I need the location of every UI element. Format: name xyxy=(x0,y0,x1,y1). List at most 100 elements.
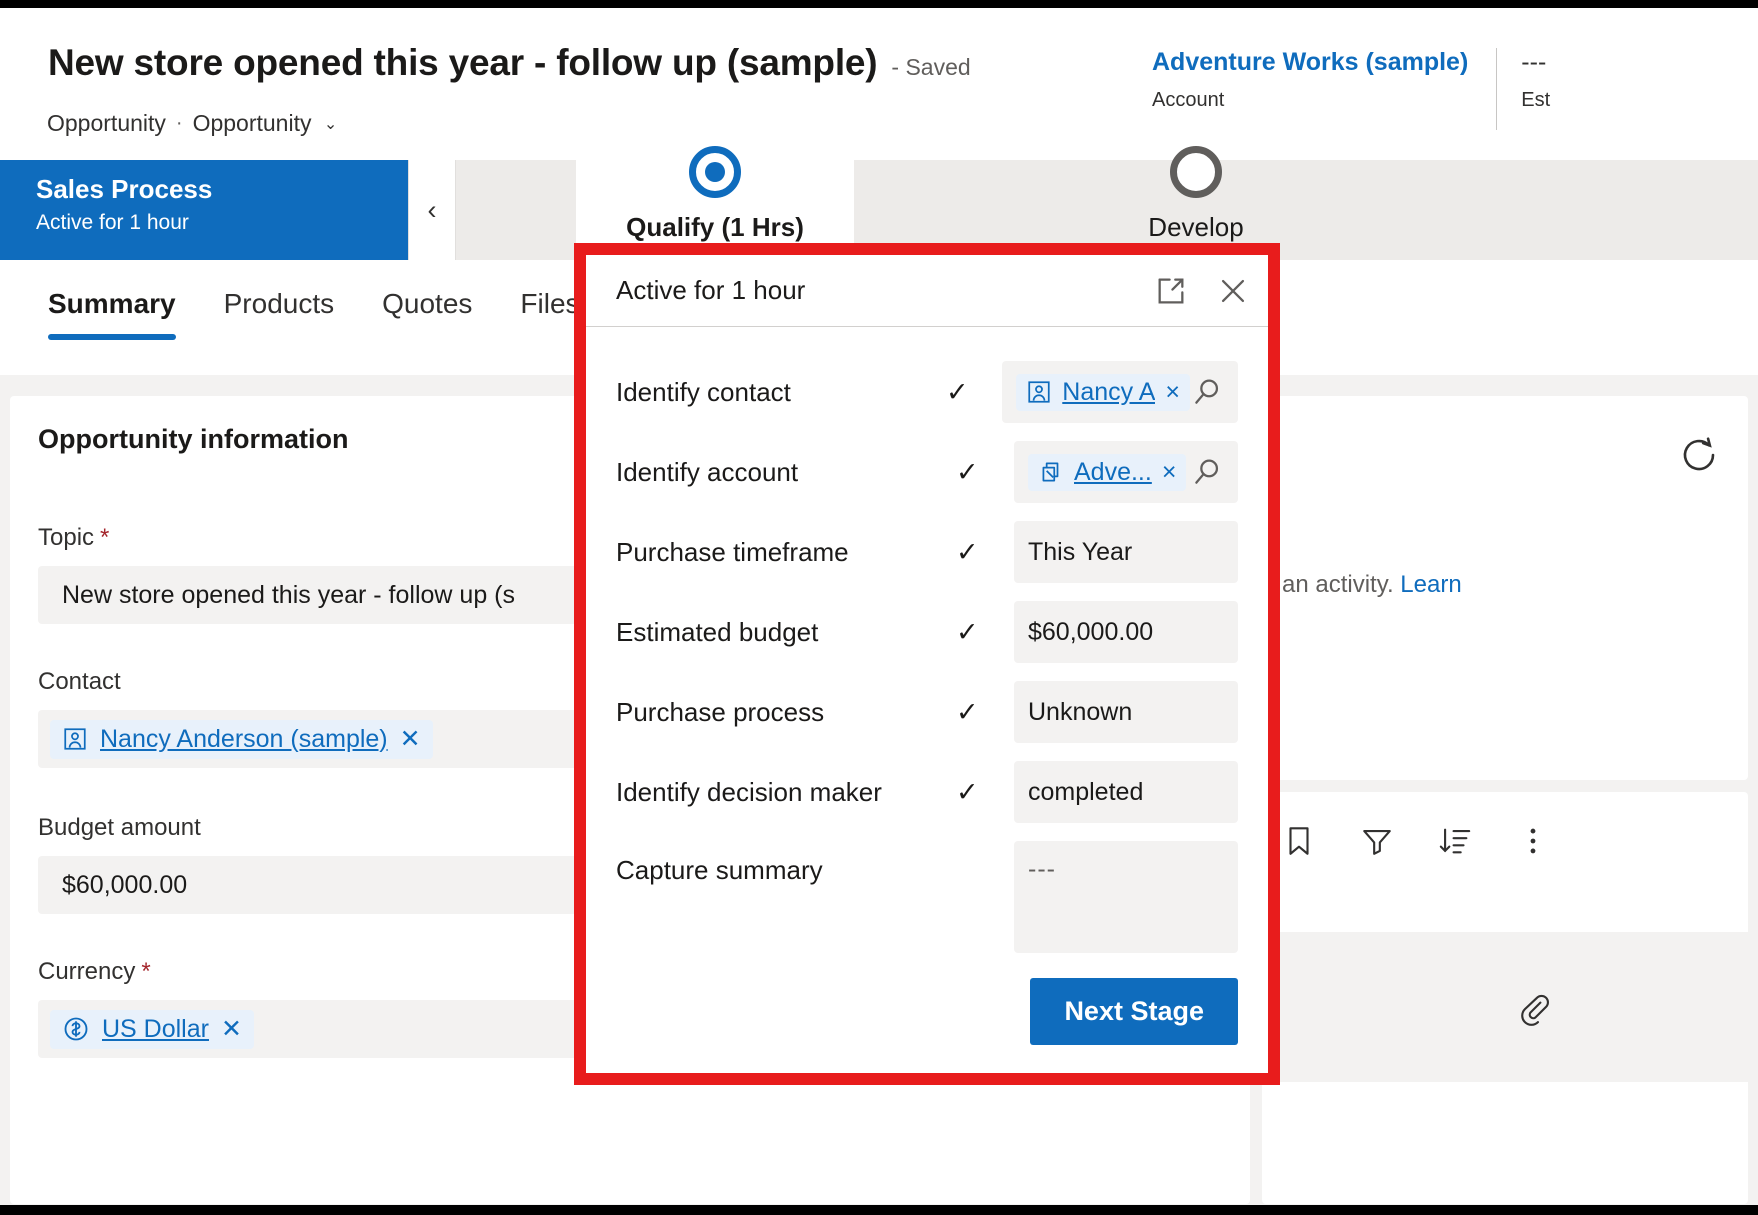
field-label-contact-text: Contact xyxy=(38,668,121,695)
stage-label-qualify: Qualify (1 Hrs) xyxy=(626,212,804,242)
process-header[interactable]: Sales Process Active for 1 hour xyxy=(0,160,408,260)
step-row-identify-account: Identify account ✓ Adve... × xyxy=(616,441,1238,503)
more-vertical-icon[interactable] xyxy=(1516,824,1550,863)
page-title: New store opened this year - follow up (… xyxy=(48,42,878,83)
section-title: Opportunity information xyxy=(38,424,349,454)
close-icon[interactable] xyxy=(1216,274,1250,308)
stage-inactive-circle-icon xyxy=(1170,146,1222,198)
step-field-identify-decision-maker[interactable]: completed xyxy=(1014,761,1238,823)
tab-products[interactable]: Products xyxy=(224,288,335,340)
step-check-purchase-process: ✓ xyxy=(956,696,979,727)
header-field-estimated: --- Est xyxy=(1521,48,1550,112)
chevron-left-icon[interactable]: ‹ xyxy=(408,160,456,260)
dialog-title: Active for 1 hour xyxy=(616,275,806,305)
step-row-identify-contact: Identify contact ✓ Nancy A × xyxy=(616,361,1238,423)
stage-flyout-dialog: Active for 1 hour Identify contact ✓ Nan… xyxy=(574,243,1280,1085)
record-header: New store opened this year - follow up (… xyxy=(0,8,1758,160)
timeline-empty-fragment: g an activity. xyxy=(1262,571,1394,598)
identify-contact-link[interactable]: Nancy A xyxy=(1062,378,1155,407)
field-label-budget-text: Budget amount xyxy=(38,814,201,841)
step-field-purchase-timeframe[interactable]: This Year xyxy=(1014,521,1238,583)
currency-link[interactable]: US Dollar xyxy=(102,1015,209,1044)
step-label-capture-summary: Capture summary xyxy=(616,855,823,885)
step-field-capture-summary[interactable]: --- xyxy=(1014,841,1238,953)
timeline-learn-link[interactable]: Learn xyxy=(1400,571,1461,598)
note-input-area[interactable] xyxy=(1262,932,1748,1082)
refresh-icon[interactable] xyxy=(1678,434,1720,481)
sort-icon[interactable] xyxy=(1438,824,1472,863)
step-check-estimated-budget: ✓ xyxy=(956,616,979,647)
filter-icon[interactable] xyxy=(1360,824,1394,863)
record-title-row: New store opened this year - follow up (… xyxy=(48,42,971,84)
step-check-identify-contact: ✓ xyxy=(945,376,969,407)
contact-link[interactable]: Nancy Anderson (sample) xyxy=(100,725,388,754)
account-link[interactable]: Adventure Works (sample) xyxy=(1152,48,1468,77)
tab-quotes[interactable]: Quotes xyxy=(382,288,472,340)
header-summary-fields: Adventure Works (sample) Account --- Est xyxy=(1152,48,1550,130)
account-icon xyxy=(1038,459,1064,485)
contact-icon xyxy=(1026,379,1052,405)
step-label-purchase-timeframe: Purchase timeframe xyxy=(616,536,849,567)
crm-opportunity-form: New store opened this year - follow up (… xyxy=(0,0,1758,1215)
field-label-currency-text: Currency xyxy=(38,958,136,985)
clear-identify-contact-icon[interactable]: × xyxy=(1165,379,1180,405)
search-icon[interactable] xyxy=(1190,375,1224,409)
step-field-purchase-process[interactable]: Unknown xyxy=(1014,681,1238,743)
step-row-estimated-budget: Estimated budget ✓ $60,000.00 xyxy=(616,601,1238,663)
breadcrumb-form-selector[interactable]: Opportunity ⌄ xyxy=(193,110,338,137)
process-name: Sales Process xyxy=(36,174,213,204)
timeline-empty-text: g an activity. Learn xyxy=(1262,571,1748,599)
timeline-card: g an activity. Learn xyxy=(1262,396,1748,780)
step-label-identify-contact: Identify contact xyxy=(616,376,791,407)
step-check-identify-account: ✓ xyxy=(956,456,979,487)
next-stage-button[interactable]: Next Stage xyxy=(1030,978,1238,1045)
step-check-identify-decision-maker: ✓ xyxy=(956,776,979,807)
contact-pill[interactable]: Nancy Anderson (sample) ✕ xyxy=(50,719,433,759)
tab-files[interactable]: Files xyxy=(520,288,579,340)
account-field-label: Account xyxy=(1152,89,1225,111)
stage-label-develop: Develop xyxy=(1148,212,1244,242)
notes-toolbar xyxy=(1282,824,1550,863)
step-field-estimated-budget[interactable]: $60,000.00 xyxy=(1014,601,1238,663)
step-row-capture-summary: Capture summary --- xyxy=(616,841,1238,953)
breadcrumb-entity[interactable]: Opportunity xyxy=(47,110,166,137)
step-label-identify-account: Identify account xyxy=(616,456,799,487)
step-row-purchase-timeframe: Purchase timeframe ✓ This Year xyxy=(616,521,1238,583)
bookmark-icon[interactable] xyxy=(1282,824,1316,863)
breadcrumb-form-label: Opportunity xyxy=(192,110,312,136)
step-field-identify-contact[interactable]: Nancy A × xyxy=(1002,361,1238,423)
step-label-purchase-process: Purchase process xyxy=(616,696,825,727)
breadcrumb-separator: · xyxy=(175,112,183,134)
chevron-down-icon: ⌄ xyxy=(323,116,338,133)
dialog-body: Identify contact ✓ Nancy A × Identify ac… xyxy=(586,327,1268,953)
clear-contact-icon[interactable]: ✕ xyxy=(400,726,421,752)
clear-currency-icon[interactable]: ✕ xyxy=(221,1016,242,1042)
save-status: - Saved xyxy=(891,54,971,80)
currency-pill[interactable]: US Dollar ✕ xyxy=(50,1009,254,1049)
step-row-identify-decision-maker: Identify decision maker ✓ completed xyxy=(616,761,1238,823)
attachment-icon[interactable] xyxy=(1517,992,1551,1031)
estimated-value: --- xyxy=(1521,48,1547,76)
step-label-identify-decision-maker: Identify decision maker xyxy=(616,776,882,807)
step-check-purchase-timeframe: ✓ xyxy=(956,536,979,567)
search-icon[interactable] xyxy=(1190,455,1224,489)
header-divider xyxy=(1496,48,1498,130)
clear-identify-account-icon[interactable]: × xyxy=(1162,459,1177,485)
step-field-identify-account[interactable]: Adve... × xyxy=(1014,441,1238,503)
required-asterisk-icon-2: * xyxy=(141,958,151,985)
tab-list: Summary Products Quotes Files xyxy=(48,288,580,340)
process-active-duration: Active for 1 hour xyxy=(36,211,189,234)
step-row-purchase-process: Purchase process ✓ Unknown xyxy=(616,681,1238,743)
stage-active-circle-icon xyxy=(689,146,741,198)
breadcrumb: Opportunity · Opportunity ⌄ xyxy=(47,110,337,137)
currency-icon xyxy=(62,1015,90,1043)
identify-contact-pill[interactable]: Nancy A × xyxy=(1016,373,1190,411)
estimated-field-label: Est xyxy=(1521,89,1551,111)
header-field-account: Adventure Works (sample) Account xyxy=(1152,48,1468,112)
expand-popout-icon[interactable] xyxy=(1154,274,1188,308)
required-asterisk-icon: * xyxy=(100,524,110,551)
identify-account-link[interactable]: Adve... xyxy=(1074,458,1152,487)
identify-account-pill[interactable]: Adve... × xyxy=(1028,453,1187,491)
tab-summary[interactable]: Summary xyxy=(48,288,176,340)
field-label-topic-text: Topic xyxy=(38,524,95,551)
